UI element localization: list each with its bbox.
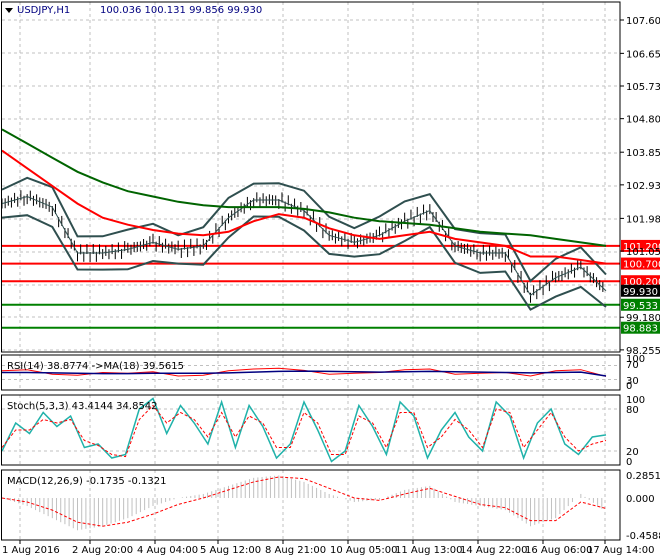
- time-tick-label: 17 Aug 14:00: [587, 545, 654, 556]
- time-tick-label: 5 Aug 12:00: [200, 545, 261, 556]
- macd-tick-label: -0.4588: [626, 531, 660, 542]
- rsi-title: RSI(14) 38.8774 ->MA(18) 39.5615: [7, 361, 184, 372]
- time-tick-label: 14 Aug 22:00: [460, 545, 527, 556]
- time-tick-label: 4 Aug 04:00: [137, 545, 198, 556]
- chart-canvas[interactable]: 101.200100.700100.20099.93099.53398.8831…: [0, 0, 660, 560]
- ohlc-header: 100.036 100.131 99.856 99.930: [100, 5, 262, 16]
- price-tick-label: 102.930: [626, 181, 660, 192]
- time-tick-label: 8 Aug 21:00: [265, 545, 326, 556]
- time-tick-label: 1 Aug 2016: [2, 545, 60, 556]
- axis-labels: 101.200100.700100.20099.93099.53398.8831…: [2, 16, 660, 556]
- bollinger-lower: [1, 214, 607, 311]
- price-tick-label: 101.055: [626, 247, 660, 258]
- stoch-title: Stoch(5,3,3) 43.4144 34.8542: [7, 401, 158, 412]
- macd-tick-label: 0.2851: [626, 471, 660, 482]
- stoch-tick-label: 0: [626, 457, 632, 468]
- time-tick-label: 2 Aug 20:00: [72, 545, 133, 556]
- price-tick-label: 104.805: [626, 115, 660, 126]
- level-label: 100.700: [623, 260, 660, 271]
- price-tick-label: 99.180: [626, 313, 660, 324]
- time-tick-label: 11 Aug 13:00: [395, 545, 462, 556]
- price-tick-label: 106.655: [626, 49, 660, 60]
- chart-window: 101.200100.700100.20099.93099.53398.8831…: [0, 0, 660, 560]
- level-label: 99.533: [623, 301, 658, 312]
- price-tick-label: 105.730: [626, 82, 660, 93]
- level-label: 99.930: [623, 287, 658, 298]
- symbol-header: USDJPY,H1: [17, 5, 70, 16]
- time-tick-label: 16 Aug 06:00: [525, 545, 592, 556]
- rsi-tick-label: 70: [626, 360, 639, 371]
- ma-long-line: [1, 128, 607, 247]
- grid: [2, 2, 620, 540]
- level-label: 98.883: [623, 324, 658, 335]
- price-tick-label: 107.600: [626, 16, 660, 27]
- price-tick-label: 101.980: [626, 214, 660, 225]
- macd-title: MACD(12,26,9) -0.1735 -0.1321: [7, 476, 167, 487]
- panel-frames: [1, 1, 621, 541]
- macd-tick-label: 0.000: [626, 494, 655, 505]
- stoch-tick-label: 80: [626, 405, 639, 416]
- collapse-triangle-icon[interactable]: [5, 8, 13, 13]
- time-tick-label: 10 Aug 05:00: [330, 545, 397, 556]
- panel-frame: [1, 1, 621, 353]
- rsi-tick-label: 0: [626, 381, 632, 392]
- price-tick-label: 103.855: [626, 148, 660, 159]
